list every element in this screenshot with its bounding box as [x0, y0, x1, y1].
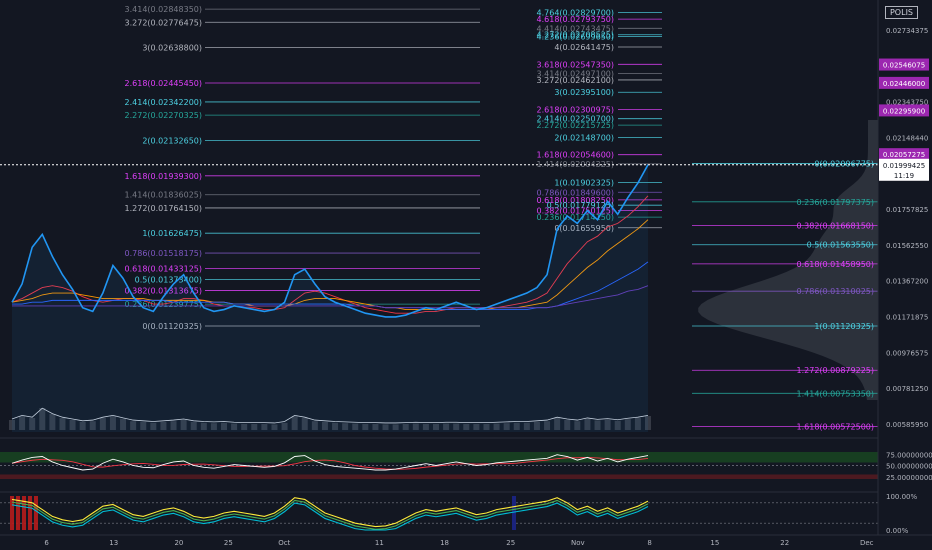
fib-left-label: 2(0.02132650): [142, 136, 202, 145]
fib-right-label: 0.786(0.01310025): [797, 287, 875, 296]
fib-left-label: 0.786(0.01518175): [125, 249, 203, 258]
price-tick-label: 0.01171875: [886, 314, 928, 322]
time-tick-label: 11: [375, 539, 384, 547]
fib-left-label: 2.414(0.02342200): [125, 98, 203, 107]
rsi-tick-label: 50.00000000: [886, 463, 932, 471]
price-tick-label: 0.00585950: [886, 421, 928, 429]
fib-left-label: 1(0.01626475): [142, 229, 202, 238]
time-tick-label: 6: [44, 539, 49, 547]
fib-right-label: 1(0.01120325): [814, 322, 874, 331]
fib-right-label: 0.618(0.01458950): [797, 260, 875, 269]
price-tick-label: 0.01562550: [886, 242, 928, 250]
fib-mid-label: 2.272(0.02215725): [537, 121, 615, 130]
fib-right-label: 0.382(0.01668150): [797, 222, 875, 231]
price-badge-label: 0.02446000: [883, 80, 925, 88]
fib-mid-label: 4(0.02641475): [554, 43, 614, 52]
fib-left-label: 3.414(0.02848350): [125, 5, 203, 14]
fib-left-label: 1.272(0.01764150): [125, 204, 203, 213]
time-tick-label: Nov: [571, 539, 585, 547]
time-tick-label: Oct: [278, 539, 290, 547]
time-tick-label: 15: [710, 539, 719, 547]
fib-left-label: 0.618(0.01433125): [125, 265, 203, 274]
fib-left-label: 2.618(0.02445450): [125, 79, 203, 88]
price-tick-label: 0.01757825: [886, 206, 928, 214]
time-tick-label: 8: [647, 539, 651, 547]
current-price-label: 0.01999425: [883, 162, 925, 170]
stoch-signal-bar: [512, 496, 516, 530]
countdown-label: 11:19: [894, 172, 914, 180]
fib-mid-label: 2.618(0.02300975): [537, 105, 615, 114]
stoch-tick-label: 0.00%: [886, 527, 909, 535]
fib-mid-label: 4.236(0.02699650): [537, 32, 615, 41]
price-tick-label: 0.00781250: [886, 385, 928, 393]
fib-left-label: 1.414(0.01836025): [125, 191, 203, 200]
fib-right-label: 1.272(0.00879225): [797, 366, 875, 375]
fib-mid-label: 3.618(0.02547350): [537, 60, 615, 69]
time-tick-label: 13: [109, 539, 118, 547]
stoch-signal-bar: [28, 496, 32, 530]
time-tick-label: Dec: [860, 539, 874, 547]
trading-chart[interactable]: 3.414(0.02848350) 3.272(0.02776475) 3(0.02…: [0, 0, 932, 550]
time-tick-label: 18: [440, 539, 449, 547]
fib-left-label: 1.618(0.01939300): [125, 172, 203, 181]
time-tick-label: 20: [174, 539, 183, 547]
symbol-label[interactable]: POLIS: [884, 6, 918, 19]
rsi-oversold-band: [0, 474, 878, 479]
fib-mid-label: 1(0.01902325): [554, 179, 614, 188]
fib-right-label: 0.5(0.01563550): [807, 241, 874, 250]
fib-right-label: 0.236(0.01797375): [797, 198, 875, 207]
price-badge-label: 0.02057275: [883, 151, 925, 159]
fib-left-label: 2.272(0.02270325): [125, 111, 203, 120]
price-tick-label: 0.01367200: [886, 278, 928, 286]
fib-right-label: 1.618(0.00572500): [797, 422, 875, 431]
stoch-signal-bar: [34, 496, 38, 530]
fib-mid-label: 3(0.02395100): [554, 88, 614, 97]
price-tick-label: 0.02148440: [886, 134, 928, 142]
rsi-tick-label: 25.00000000: [886, 474, 932, 482]
fib-mid-label: 4.618(0.02793750): [537, 15, 615, 24]
time-tick-label: 25: [506, 539, 515, 547]
fib-right-label: 0(0.02006775): [814, 159, 874, 168]
price-badge-label: 0.02546075: [883, 62, 925, 70]
fib-right-label: 1.414(0.00753350): [797, 389, 875, 398]
fib-left-label: 0.5(0.01373400): [135, 276, 202, 285]
time-tick-label: 22: [780, 539, 789, 547]
fib-left-label: 3.272(0.02776475): [125, 18, 203, 27]
price-tick-label: 0.00976575: [886, 349, 928, 357]
price-badge-label: 0.02295900: [883, 107, 925, 115]
fib-mid-label: 2(0.02148700): [554, 133, 614, 142]
fib-left-label: 3(0.02638800): [142, 44, 202, 53]
price-tick-label: 0.02734375: [886, 27, 928, 35]
time-tick-label: 25: [224, 539, 233, 547]
fib-mid-label: 1.618(0.02054600): [537, 151, 615, 160]
fib-mid-label: 3.272(0.02462100): [537, 76, 615, 85]
rsi-overbought-band: [0, 452, 878, 463]
stoch-signal-bar: [10, 496, 14, 530]
rsi-tick-label: 75.00000000: [886, 451, 932, 459]
stoch-tick-label: 100.00%: [886, 493, 917, 501]
